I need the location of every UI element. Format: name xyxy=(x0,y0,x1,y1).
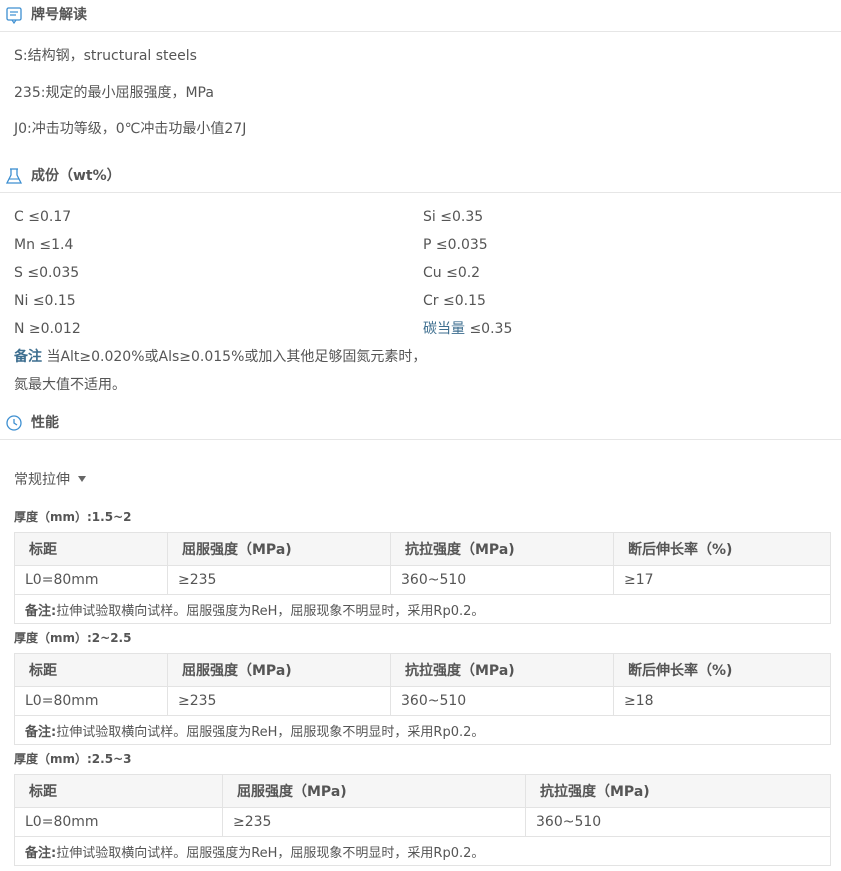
carbon-equivalent-value: ≤0.35 xyxy=(469,321,513,337)
column-header: 屈服强度（MPa) xyxy=(222,774,526,808)
column-header: 屈服强度（MPa) xyxy=(167,532,391,566)
column-header: 标距 xyxy=(14,774,223,808)
designation-line: J0:冲击功等级，0℃冲击功最小值27J xyxy=(14,121,247,137)
column-header: 抗拉强度（MPa) xyxy=(525,774,831,808)
tensile-table: 标距 屈服强度（MPa) 抗拉强度（MPa) 断后伸长率（%) L0=80mm … xyxy=(14,653,831,745)
table-note: 备注:拉伸试验取横向试样。屈服强度为ReH，屈服现象不明显时，采用Rp0.2。 xyxy=(14,715,831,745)
composition-note-label: 备注 xyxy=(14,349,42,365)
table-note: 备注:拉伸试验取横向试样。屈服强度为ReH，屈服现象不明显时，采用Rp0.2。 xyxy=(14,836,831,866)
gauge-icon xyxy=(5,414,23,432)
element-value: Mn ≤1.4 xyxy=(14,237,74,253)
table-cell: 360~510 xyxy=(525,807,831,837)
column-header: 抗拉强度（MPa) xyxy=(390,532,614,566)
table-note-row: 备注:拉伸试验取横向试样。屈服强度为ReH，屈服现象不明显时，采用Rp0.2。 xyxy=(14,715,831,745)
element-value: Ni ≤0.15 xyxy=(14,293,76,309)
table-cell: L0=80mm xyxy=(14,565,168,595)
element-value: Cr ≤0.15 xyxy=(423,293,486,309)
designation-section-header: 牌号解读 xyxy=(0,0,841,32)
thickness-label: 厚度（mm）:2.5~3 xyxy=(14,752,132,766)
column-header: 断后伸长率（%) xyxy=(613,532,831,566)
designation-line: 235:规定的最小屈服强度，MPa xyxy=(14,85,214,101)
table-cell: ≥17 xyxy=(613,565,831,595)
performance-section-header: 性能 xyxy=(0,408,841,440)
table-row: L0=80mm ≥235 360~510 ≥18 xyxy=(14,686,831,716)
column-header: 屈服强度（MPa) xyxy=(167,653,391,687)
table-header-row: 标距 屈服强度（MPa) 抗拉强度（MPa) 断后伸长率（%) xyxy=(14,532,831,566)
designation-title: 牌号解读 xyxy=(31,7,87,23)
table-note-label: 备注: xyxy=(25,603,57,619)
table-cell: ≥235 xyxy=(167,565,391,595)
column-header: 标距 xyxy=(14,532,168,566)
composition-title: 成份（wt%） xyxy=(31,168,121,184)
table-note-label: 备注: xyxy=(25,724,57,740)
table-row: L0=80mm ≥235 360~510 xyxy=(14,807,831,837)
table-note-row: 备注:拉伸试验取横向试样。屈服强度为ReH，屈服现象不明显时，采用Rp0.2。 xyxy=(14,594,831,624)
element-value: Cu ≤0.2 xyxy=(423,265,481,281)
table-cell: 360~510 xyxy=(390,686,614,716)
element-value: P ≤0.035 xyxy=(423,237,488,253)
tensile-table: 标距 屈服强度（MPa) 抗拉强度（MPa) 断后伸长率（%) L0=80mm … xyxy=(14,532,831,624)
table-header-row: 标距 屈服强度（MPa) 抗拉强度（MPa) 断后伸长率（%) xyxy=(14,653,831,687)
test-type-dropdown[interactable]: 常规拉伸 xyxy=(14,471,86,489)
table-note-text: 拉伸试验取横向试样。屈服强度为ReH，屈服现象不明显时，采用Rp0.2。 xyxy=(56,603,485,619)
designation-line: S:结构钢，structural steels xyxy=(14,48,197,64)
element-value: N ≥0.012 xyxy=(14,321,81,337)
test-type-selected: 常规拉伸 xyxy=(14,472,70,488)
carbon-equivalent: 碳当量 ≤0.35 xyxy=(423,320,512,338)
document-icon xyxy=(5,6,23,25)
table-cell: L0=80mm xyxy=(14,807,223,837)
table-cell: 360~510 xyxy=(390,565,614,595)
table-cell: ≥235 xyxy=(167,686,391,716)
column-header: 标距 xyxy=(14,653,168,687)
element-value: S ≤0.035 xyxy=(14,265,80,281)
element-value: Si ≤0.35 xyxy=(423,209,484,225)
thickness-label: 厚度（mm）:1.5~2 xyxy=(14,510,132,524)
table-note: 备注:拉伸试验取横向试样。屈服强度为ReH，屈服现象不明显时，采用Rp0.2。 xyxy=(14,594,831,624)
composition-note-continued: 氮最大值不适用。 xyxy=(14,377,126,393)
table-row: L0=80mm ≥235 360~510 ≥17 xyxy=(14,565,831,595)
table-note-label: 备注: xyxy=(25,845,57,861)
performance-title: 性能 xyxy=(31,415,59,431)
table-cell: ≥18 xyxy=(613,686,831,716)
composition-note-text: 当Alt≥0.020%或Als≥0.015%或加入其他足够固氮元素时， xyxy=(46,349,427,365)
caret-down-icon xyxy=(78,476,86,482)
table-note-row: 备注:拉伸试验取横向试样。屈服强度为ReH，屈服现象不明显时，采用Rp0.2。 xyxy=(14,836,831,866)
flask-icon xyxy=(5,167,23,185)
thickness-label: 厚度（mm）:2~2.5 xyxy=(14,631,132,645)
column-header: 抗拉强度（MPa) xyxy=(390,653,614,687)
element-value: C ≤0.17 xyxy=(14,209,72,225)
table-cell: ≥235 xyxy=(222,807,526,837)
tensile-table: 标距 屈服强度（MPa) 抗拉强度（MPa) L0=80mm ≥235 360~… xyxy=(14,774,831,866)
carbon-equivalent-label: 碳当量 xyxy=(423,321,465,337)
composition-section-header: 成份（wt%） xyxy=(0,161,841,193)
table-note-text: 拉伸试验取横向试样。屈服强度为ReH，屈服现象不明显时，采用Rp0.2。 xyxy=(56,724,485,740)
table-cell: L0=80mm xyxy=(14,686,168,716)
column-header: 断后伸长率（%) xyxy=(613,653,831,687)
composition-note: 备注 当Alt≥0.020%或Als≥0.015%或加入其他足够固氮元素时， xyxy=(14,348,426,366)
table-header-row: 标距 屈服强度（MPa) 抗拉强度（MPa) xyxy=(14,774,831,808)
table-note-text: 拉伸试验取横向试样。屈服强度为ReH，屈服现象不明显时，采用Rp0.2。 xyxy=(56,845,485,861)
